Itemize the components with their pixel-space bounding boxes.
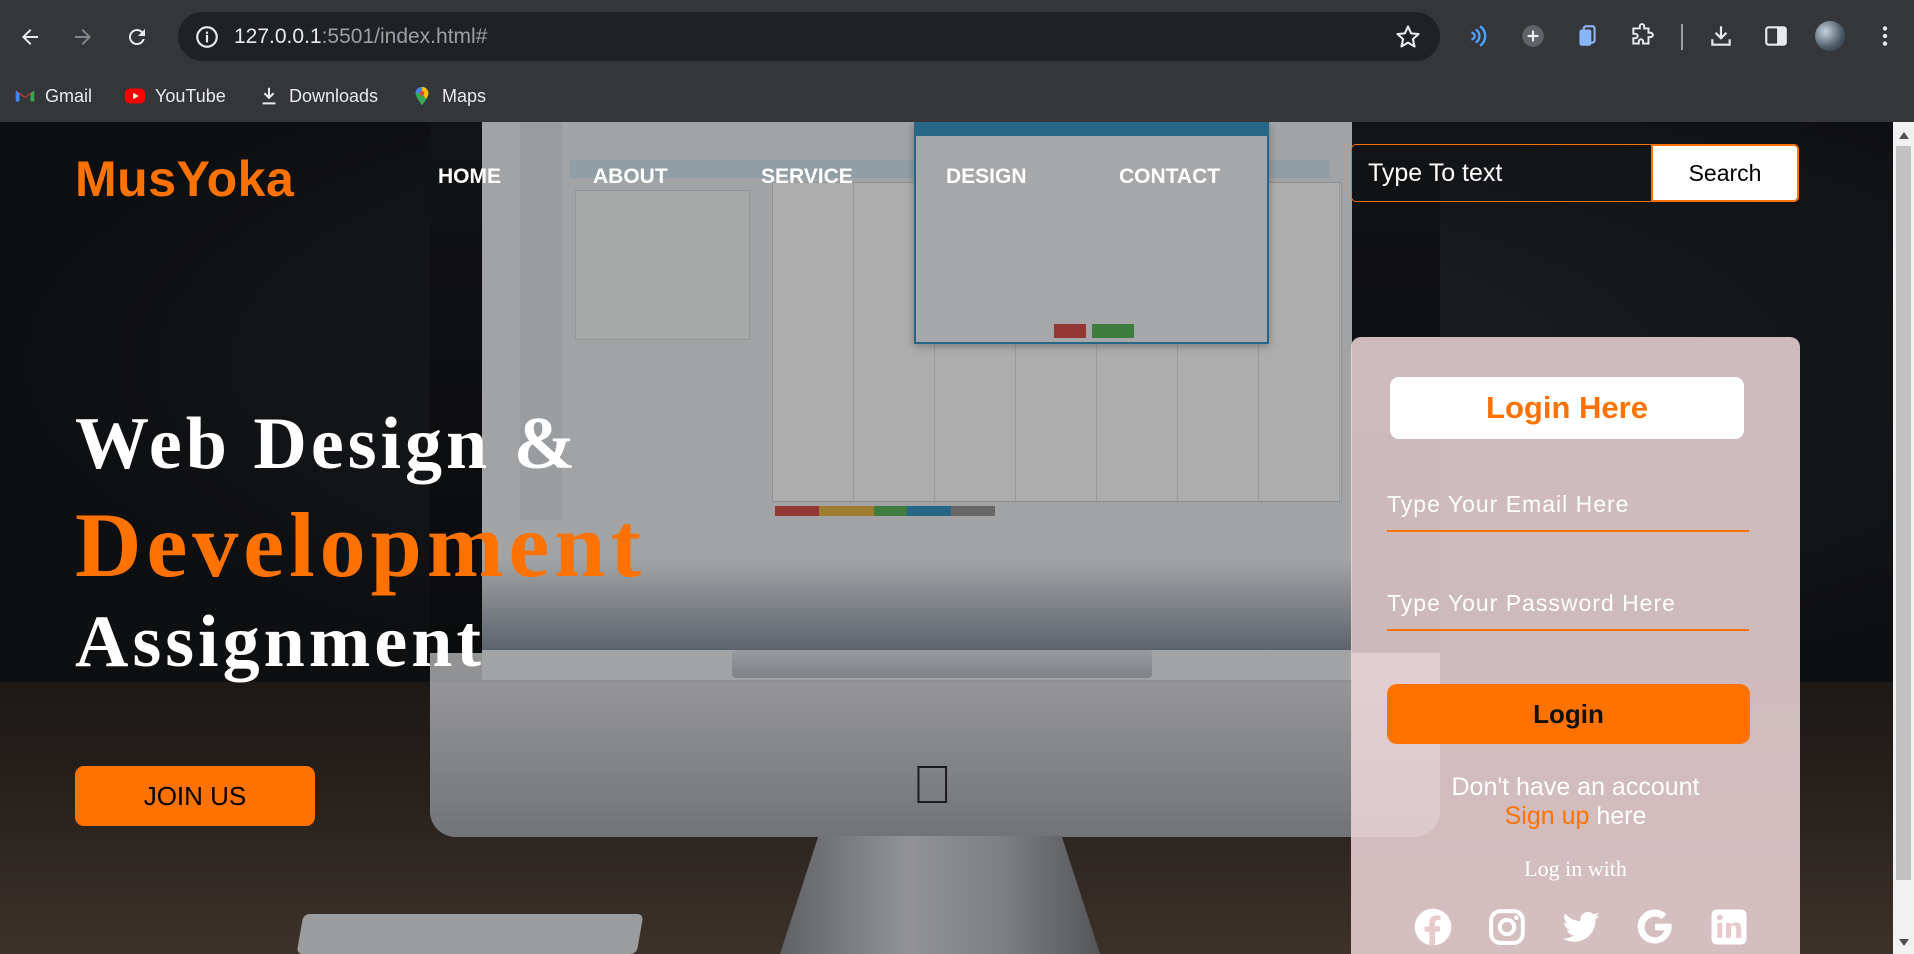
linkedin-icon[interactable] (1707, 905, 1751, 949)
address-bar[interactable]: 127.0.0.1:5501/index.html# (178, 12, 1440, 61)
twitter-icon[interactable] (1559, 905, 1603, 949)
download-icon (258, 85, 280, 107)
bookmark-label: Maps (442, 85, 487, 106)
join-us-button[interactable]: JOIN US (75, 766, 315, 826)
bookmark-star-icon[interactable] (1394, 23, 1422, 51)
bookmark-label: YouTube (155, 85, 226, 106)
bookmarks-bar: Gmail YouTube Downloads Maps (0, 73, 1914, 122)
gmail-icon (14, 85, 36, 107)
email-field[interactable] (1387, 478, 1749, 532)
youtube-icon (124, 85, 146, 107)
scrollbar-thumb[interactable] (1896, 146, 1911, 880)
signup-link[interactable]: Sign up (1505, 802, 1590, 830)
url-text: 127.0.0.1:5501/index.html# (234, 25, 487, 49)
signup-suffix: here (1589, 802, 1647, 830)
kebab-menu-icon[interactable] (1869, 20, 1901, 52)
toolbar-separator (1681, 24, 1683, 50)
arrow-left-icon (22, 29, 38, 45)
hero-title-line1: Web Design & (75, 403, 580, 485)
reload-icon (128, 29, 145, 46)
nav-service[interactable]: SERVICE (761, 165, 853, 189)
bookmark-label: Gmail (45, 85, 93, 106)
reload-button[interactable] (120, 20, 154, 54)
google-icon[interactable] (1633, 905, 1677, 949)
facebook-icon[interactable] (1411, 905, 1455, 949)
back-button[interactable] (13, 20, 47, 54)
nav-design[interactable]: DESIGN (946, 165, 1027, 189)
search-input[interactable] (1351, 144, 1651, 202)
profile-avatar[interactable] (1815, 21, 1845, 51)
password-field[interactable] (1387, 577, 1749, 631)
nav-home[interactable]: HOME (438, 165, 501, 189)
side-panel-icon[interactable] (1760, 20, 1792, 52)
extension-docs-icon[interactable] (1571, 20, 1603, 52)
forward-button[interactable] (66, 20, 100, 54)
signup-prompt: Don't have an account Sign up here (1351, 773, 1800, 831)
url-host: 127.0.0.1 (234, 25, 322, 48)
browser-chrome: 127.0.0.1:5501/index.html# Gmail YouTube… (0, 0, 1914, 122)
media-cast-icon[interactable] (1463, 20, 1495, 52)
login-with-label: Log in with (1524, 856, 1627, 881)
hero-title-line2: Development (75, 494, 647, 596)
url-path: :5501/index.html# (321, 25, 488, 48)
page-viewport:  MusYoka HOME ABOUT SERVICE DESIGN CONT… (0, 122, 1893, 954)
no-account-text: Don't have an account (1451, 773, 1700, 801)
nav-about[interactable]: ABOUT (593, 165, 668, 189)
site-logo[interactable]: MusYoka (75, 150, 294, 208)
search-button[interactable]: Search (1651, 144, 1799, 202)
site-info-icon[interactable] (194, 24, 220, 50)
extensions-puzzle-icon[interactable] (1626, 20, 1658, 52)
page-scrollbar[interactable] (1893, 122, 1914, 954)
maps-icon (411, 85, 433, 107)
scroll-down-arrow-icon[interactable] (1899, 939, 1909, 946)
arrow-right-icon (75, 29, 91, 45)
browser-toolbar: 127.0.0.1:5501/index.html# (0, 0, 1914, 73)
login-button[interactable]: Login (1387, 684, 1750, 744)
extension-add-icon[interactable] (1517, 20, 1549, 52)
scroll-up-arrow-icon[interactable] (1899, 132, 1909, 139)
bookmark-label: Downloads (289, 85, 379, 106)
login-title: Login Here (1390, 377, 1744, 439)
hero-title-line3: Assignment (75, 601, 486, 683)
bookmark-gmail[interactable]: Gmail (14, 81, 92, 111)
instagram-icon[interactable] (1485, 905, 1529, 949)
bookmark-youtube[interactable]: YouTube (124, 81, 226, 111)
bookmark-downloads[interactable]: Downloads (258, 81, 378, 111)
nav-contact[interactable]: CONTACT (1119, 165, 1220, 189)
downloads-icon[interactable] (1705, 20, 1737, 52)
social-login-icons (1411, 905, 1751, 949)
login-card: Login Here Login Don't have an account S… (1351, 337, 1800, 954)
bookmark-maps[interactable]: Maps (411, 81, 486, 111)
